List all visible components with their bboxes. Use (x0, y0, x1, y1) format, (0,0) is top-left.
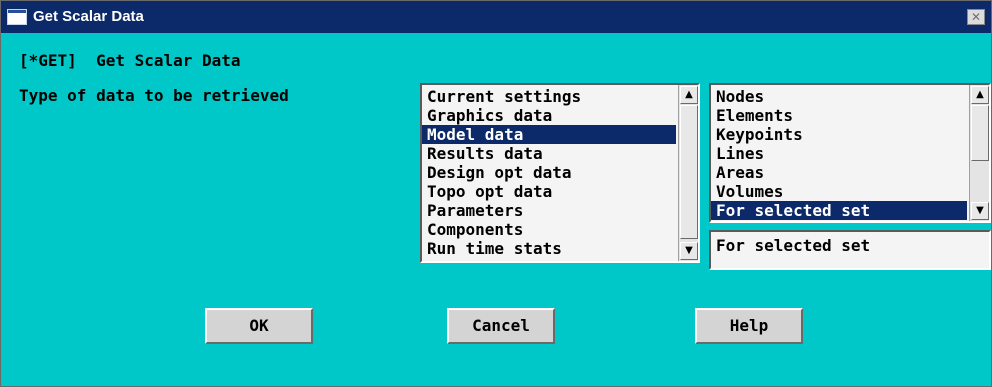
ok-button[interactable]: OK (205, 308, 313, 344)
entity-scrollbar[interactable]: ▲ ▼ (969, 85, 989, 221)
list-item[interactable]: Model data (422, 125, 676, 144)
list-item[interactable]: Results data (422, 144, 676, 163)
entity-items: Nodes Elements Keypoints Lines Areas Volumes F… (711, 87, 967, 220)
window-icon (7, 9, 27, 25)
scroll-thumb[interactable] (971, 105, 989, 161)
scroll-down-icon[interactable]: ▼ (971, 202, 989, 220)
data-type-prompt: Type of data to be retrieved (19, 86, 289, 105)
list-item[interactable]: Components (422, 220, 676, 239)
data-type-scrollbar[interactable]: ▲ ▼ (678, 85, 698, 261)
help-button[interactable]: Help (695, 308, 803, 344)
entity-listbox[interactable]: Nodes Elements Keypoints Lines Areas Volumes F… (709, 83, 991, 223)
list-item[interactable]: Topo opt data (422, 182, 676, 201)
list-item[interactable]: Keypoints (711, 125, 967, 144)
scroll-down-icon[interactable]: ▼ (680, 242, 698, 260)
list-item[interactable]: Design opt data (422, 163, 676, 182)
list-item[interactable]: Lines (711, 144, 967, 163)
list-item[interactable]: Areas (711, 163, 967, 182)
list-item[interactable]: Volumes (711, 182, 967, 201)
scroll-thumb[interactable] (680, 105, 698, 239)
list-item[interactable]: Current settings (422, 87, 676, 106)
scroll-up-icon[interactable]: ▲ (680, 86, 698, 104)
window-title: Get Scalar Data (33, 8, 144, 25)
data-type-listbox[interactable]: Current settings Graphics data Model data R… (420, 83, 700, 263)
get-scalar-data-dialog: Get Scalar Data ✕ [*GET] Get Scalar Data… (0, 0, 992, 387)
list-item[interactable]: Parameters (422, 201, 676, 220)
cancel-button[interactable]: Cancel (447, 308, 555, 344)
list-item[interactable]: Graphics data (422, 106, 676, 125)
list-item[interactable]: Elements (711, 106, 967, 125)
title-bar[interactable]: Get Scalar Data ✕ (1, 1, 991, 33)
selection-field[interactable]: For selected set (709, 230, 991, 270)
scroll-up-icon[interactable]: ▲ (971, 86, 989, 104)
data-type-items: Current settings Graphics data Model data R… (422, 87, 676, 258)
list-item[interactable]: Nodes (711, 87, 967, 106)
close-icon[interactable]: ✕ (967, 9, 985, 25)
list-item[interactable]: For selected set (711, 201, 967, 220)
command-label: [*GET] Get Scalar Data (19, 51, 241, 70)
list-item[interactable]: Run time stats (422, 239, 676, 258)
